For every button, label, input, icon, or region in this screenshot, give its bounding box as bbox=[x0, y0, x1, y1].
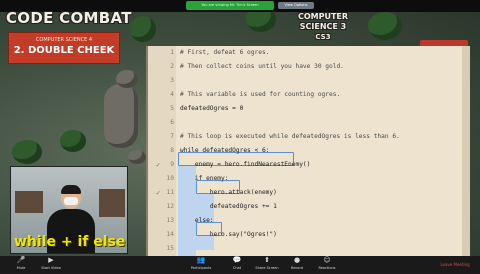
level-name: 2. DOUBLE CHEEK bbox=[13, 45, 115, 56]
code-text[interactable]: while defeatedOgres < 6: bbox=[180, 144, 269, 158]
code-line[interactable]: 9 ✓ enemy = hero.findNearestEnemy() bbox=[148, 158, 472, 172]
editor-scrollbar[interactable] bbox=[462, 46, 470, 256]
tree-decoration bbox=[368, 12, 402, 40]
tree-decoration bbox=[60, 130, 86, 152]
chat-icon: 💬 bbox=[232, 256, 242, 264]
microphone-icon: 🎤 bbox=[16, 256, 26, 264]
code-line[interactable]: 2 # Then collect coins until you have 30 … bbox=[148, 60, 472, 74]
leave-meeting-button[interactable]: Leave Meeting bbox=[438, 261, 472, 269]
line-number: 9 bbox=[170, 161, 174, 168]
code-line[interactable]: 12 defeatedOgres += 1 bbox=[148, 200, 472, 214]
toolbar-share-button[interactable]: ⬆ Share Screen bbox=[252, 257, 282, 273]
code-text[interactable]: # This loop is executed while defeatedOg… bbox=[180, 130, 400, 144]
rock-decoration bbox=[116, 70, 138, 88]
toolbar-label: Chat bbox=[232, 266, 242, 270]
code-text[interactable]: # Then collect coins until you have 30 g… bbox=[180, 60, 344, 74]
reactions-icon: ☺ bbox=[323, 256, 331, 264]
code-line[interactable]: 5 defeatedOgres = 0 bbox=[148, 102, 472, 116]
course-logo-sub: CS3 bbox=[315, 33, 331, 41]
code-line[interactable]: 1 # First, defeat 6 ogres. bbox=[148, 46, 472, 60]
toolbar-label: Participants bbox=[190, 266, 212, 270]
bookshelf bbox=[15, 191, 43, 213]
code-text[interactable]: # First, defeat 6 ogres. bbox=[180, 46, 269, 60]
code-line[interactable]: 3 bbox=[148, 74, 472, 88]
line-number: 14 bbox=[166, 231, 174, 238]
rock-decoration bbox=[128, 150, 146, 164]
toolbar-reactions-button[interactable]: ☺ Reactions bbox=[312, 257, 342, 273]
line-number: 13 bbox=[166, 217, 174, 224]
code-line[interactable]: 10 if enemy: bbox=[148, 172, 472, 186]
line-number: 4 bbox=[170, 91, 174, 98]
line-number: 1 bbox=[170, 49, 174, 56]
course-logo-title: COMPUTER SCIENCE 3 bbox=[297, 12, 349, 31]
code-text[interactable]: defeatedOgres = 0 bbox=[180, 102, 243, 116]
line-number: 12 bbox=[166, 203, 174, 210]
course-logo: COMPUTER SCIENCE 3 CS3 bbox=[285, 12, 361, 41]
tree-decoration bbox=[130, 16, 156, 42]
code-text[interactable]: enemy = hero.findNearestEnemy() bbox=[180, 158, 311, 172]
tree-decoration bbox=[12, 140, 42, 164]
code-text[interactable]: hero.attack(enemy) bbox=[180, 186, 277, 200]
code-editor[interactable]: 1 # First, defeat 6 ogres. 2 # Then collect… bbox=[146, 46, 470, 256]
line-check-icon: ✓ bbox=[156, 189, 161, 197]
toolbar-label: Share Screen bbox=[255, 266, 279, 270]
toolbar-record-button[interactable]: ● Record bbox=[282, 257, 312, 273]
code-line[interactable]: 11 ✓ hero.attack(enemy) bbox=[148, 186, 472, 200]
share-icon: ⬆ bbox=[264, 256, 270, 264]
line-number: 3 bbox=[170, 77, 174, 84]
participants-icon: 👥 bbox=[196, 256, 206, 264]
presenter-mask bbox=[64, 197, 78, 205]
bookshelf bbox=[99, 189, 125, 217]
code-text[interactable]: else: bbox=[180, 214, 214, 228]
code-line[interactable]: 13 else: bbox=[148, 214, 472, 228]
toolbar-video-button[interactable]: ▶ Start Video bbox=[36, 257, 66, 273]
presenter-hair bbox=[61, 185, 81, 194]
level-course: COMPUTER SCIENCE 4 bbox=[35, 37, 93, 43]
screen-share-indicator[interactable]: You are viewing Mr. Tim's Screen bbox=[186, 1, 274, 10]
record-icon: ● bbox=[293, 256, 301, 264]
code-line[interactable]: 8 while defeatedOgres < 6: bbox=[148, 144, 472, 158]
code-text[interactable]: # This variable is used for counting ogr… bbox=[180, 88, 340, 102]
level-banner: COMPUTER SCIENCE 4 2. DOUBLE CHEEK bbox=[8, 32, 120, 64]
line-number: 11 bbox=[166, 189, 174, 196]
code-line[interactable]: 14 hero.say("Ogres!") bbox=[148, 228, 472, 242]
line-number: 5 bbox=[170, 105, 174, 112]
toolbar-chat-button[interactable]: 💬 Chat bbox=[222, 257, 252, 273]
code-text[interactable]: defeatedOgres += 1 bbox=[180, 200, 277, 214]
toolbar-label: Reactions bbox=[318, 266, 336, 270]
code-line[interactable]: 6 bbox=[148, 116, 472, 130]
rock-pillar-decoration bbox=[104, 84, 138, 148]
toolbar-label: Start Video bbox=[41, 266, 61, 270]
line-number: 10 bbox=[166, 175, 174, 182]
lesson-caption: while + if else bbox=[14, 234, 126, 250]
code-line[interactable]: 4 # This variable is used for counting og… bbox=[148, 88, 472, 102]
toolbar-participants-button[interactable]: 👥 Participants bbox=[186, 257, 216, 273]
line-number: 15 bbox=[166, 245, 174, 252]
line-check-icon: ✓ bbox=[156, 161, 161, 169]
codecombat-logo: CODE COMBAT bbox=[6, 9, 132, 27]
line-number: 7 bbox=[170, 133, 174, 140]
line-number: 6 bbox=[170, 119, 174, 126]
line-number: 8 bbox=[170, 147, 174, 154]
video-icon: ▶ bbox=[48, 256, 54, 264]
code-line[interactable]: 15 bbox=[148, 242, 472, 256]
meeting-toolbar: 🎤 Mute ▶ Start Video 👥 Participants 💬 Chat ⬆ Shar… bbox=[0, 256, 480, 274]
toolbar-label: Mute bbox=[16, 266, 26, 270]
shared-screen: You are viewing Mr. Tim's Screen View Op… bbox=[0, 0, 480, 256]
toolbar-microphone-button[interactable]: 🎤 Mute bbox=[6, 257, 36, 273]
code-text[interactable]: if enemy: bbox=[180, 172, 229, 186]
code-line[interactable]: 7 # This loop is executed while defeatedO… bbox=[148, 130, 472, 144]
view-options-button[interactable]: View Options bbox=[278, 2, 314, 9]
code-text[interactable]: hero.say("Ogres!") bbox=[180, 228, 277, 242]
toolbar-label: Record bbox=[290, 266, 304, 270]
line-number: 2 bbox=[170, 63, 174, 70]
